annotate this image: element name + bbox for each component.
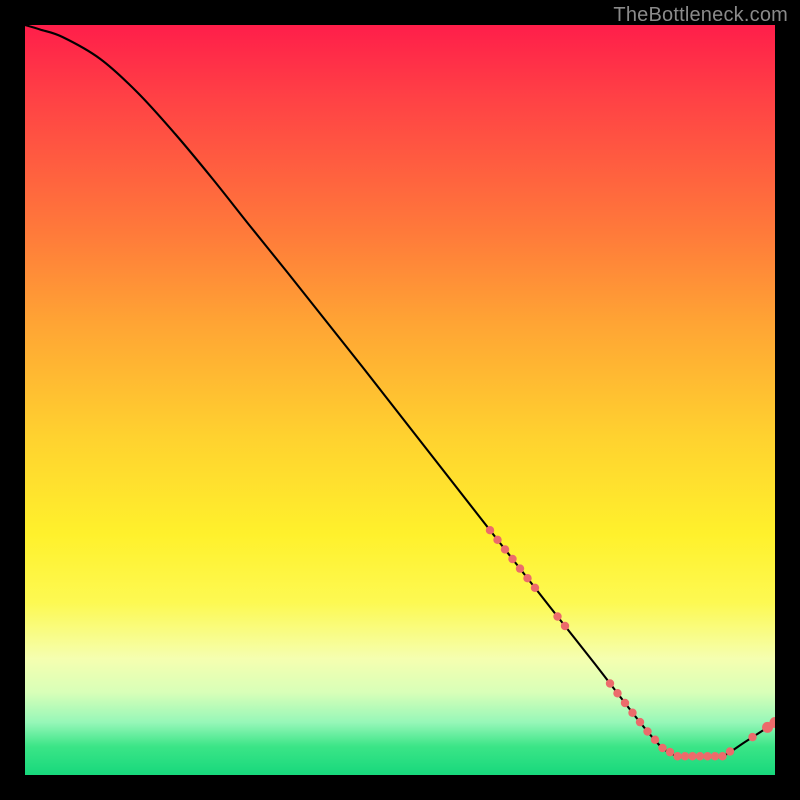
curve-marker: [673, 752, 681, 760]
curve-marker: [561, 622, 569, 630]
curve-marker: [501, 545, 509, 553]
curve-marker: [508, 555, 516, 563]
curve-marker: [666, 748, 674, 756]
curve-marker: [613, 689, 621, 697]
curve-marker: [523, 574, 531, 582]
curve-marker: [748, 733, 756, 741]
curve-marker: [711, 752, 719, 760]
plot-area: [25, 25, 775, 775]
watermark-text: TheBottleneck.com: [613, 4, 788, 27]
curve-marker: [636, 718, 644, 726]
curve-layer: [25, 25, 775, 775]
curve-markers: [486, 526, 775, 760]
curve-marker: [516, 564, 524, 572]
curve-marker: [531, 584, 539, 592]
curve-marker: [553, 612, 561, 620]
curve-marker: [643, 727, 651, 735]
chart-stage: TheBottleneck.com: [0, 0, 800, 800]
curve-marker: [718, 752, 726, 760]
curve-marker: [703, 752, 711, 760]
curve-marker: [606, 679, 614, 687]
curve-marker: [681, 752, 689, 760]
curve-marker: [621, 699, 629, 707]
curve-marker: [726, 747, 734, 755]
curve-marker: [696, 752, 704, 760]
curve-marker: [628, 709, 636, 717]
bottleneck-curve: [25, 25, 775, 757]
curve-marker: [493, 536, 501, 544]
curve-marker: [651, 736, 659, 744]
curve-marker: [658, 744, 666, 752]
curve-marker: [486, 526, 494, 534]
curve-marker: [688, 752, 696, 760]
